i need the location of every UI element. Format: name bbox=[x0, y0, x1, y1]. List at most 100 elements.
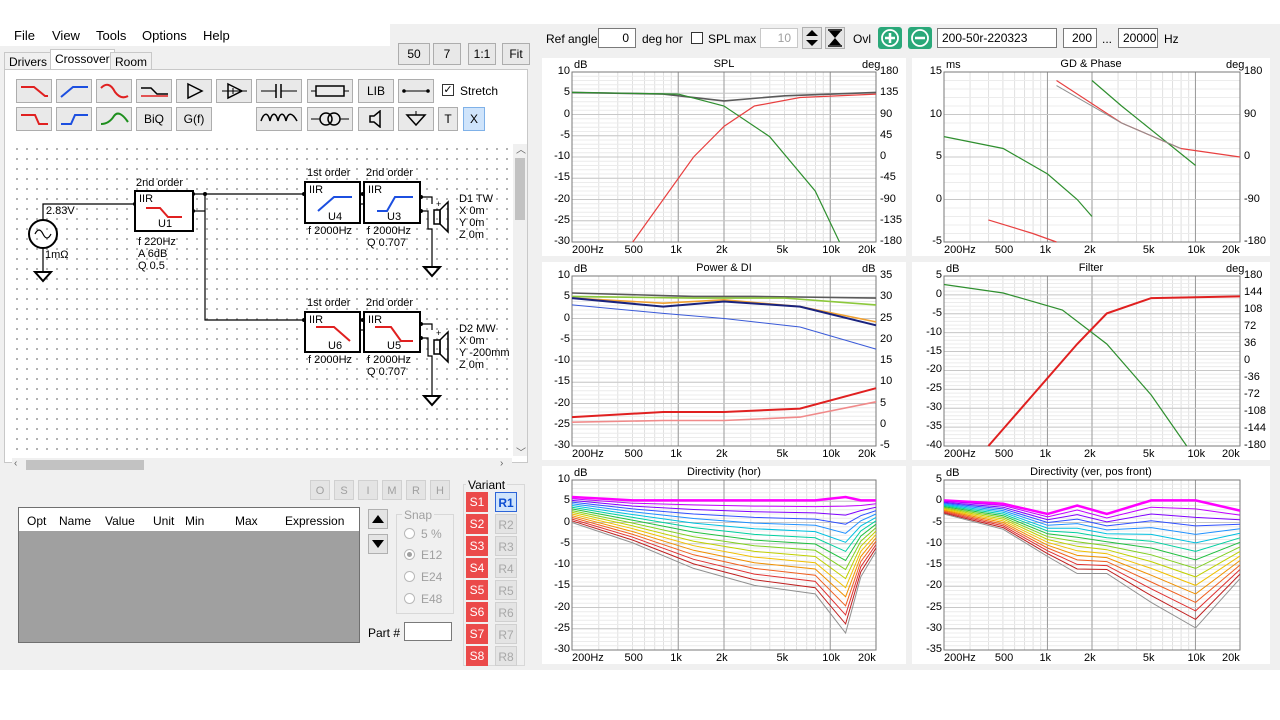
ref-angle-input[interactable]: 0 bbox=[598, 28, 636, 48]
lib-button[interactable]: LIB bbox=[358, 79, 394, 103]
wire-tool[interactable] bbox=[398, 79, 434, 103]
spl-range-icon[interactable] bbox=[825, 27, 845, 49]
vertical-scrollbar[interactable] bbox=[513, 144, 527, 456]
menu-tools[interactable]: Tools bbox=[96, 28, 126, 43]
u4-block[interactable]: IIR U4 bbox=[304, 181, 361, 224]
scroll-right-icon[interactable]: › bbox=[500, 458, 503, 469]
variant-r2-button[interactable]: R2 bbox=[495, 514, 517, 534]
opt-m-button[interactable]: M bbox=[382, 480, 402, 500]
variant-s1-button[interactable]: S1 bbox=[466, 492, 488, 512]
highpass-1st-tool[interactable] bbox=[56, 79, 92, 103]
opt-i-button[interactable]: I bbox=[358, 480, 378, 500]
variant-s4-button[interactable]: S4 bbox=[466, 558, 488, 578]
y-tick-label: -25 bbox=[926, 600, 942, 613]
u6-block[interactable]: IIR U6 bbox=[304, 311, 361, 353]
capacitor-icon[interactable] bbox=[256, 79, 302, 103]
plot-gd-phase[interactable]: GD & Phase ms deg 15 10 5 0 -5 180 90 0 -90 -180 200H… bbox=[912, 58, 1270, 256]
u3-block[interactable]: IIR U3 bbox=[363, 181, 421, 224]
menu-help[interactable]: Help bbox=[203, 28, 230, 43]
remove-overlay-button[interactable] bbox=[908, 27, 932, 49]
horizontal-scrollbar[interactable] bbox=[12, 458, 512, 472]
variant-s7-button[interactable]: S7 bbox=[466, 624, 488, 644]
variant-s5-button[interactable]: S5 bbox=[466, 580, 488, 600]
gf-button[interactable]: G(f) bbox=[176, 107, 212, 131]
menu-file[interactable]: File bbox=[14, 28, 35, 43]
variant-r4-button[interactable]: R4 bbox=[495, 558, 517, 578]
zoom-50-button[interactable]: 50 bbox=[398, 43, 430, 65]
opt-r-button[interactable]: R bbox=[406, 480, 426, 500]
col-unit[interactable]: Unit bbox=[153, 514, 174, 528]
x-tool-button[interactable]: X bbox=[463, 107, 485, 131]
spl-spinner-icon[interactable] bbox=[802, 27, 822, 49]
move-down-button[interactable] bbox=[368, 534, 388, 554]
freq-min-input[interactable]: 200 bbox=[1063, 28, 1097, 48]
variant-r7-button[interactable]: R7 bbox=[495, 624, 517, 644]
col-opt[interactable]: Opt bbox=[27, 514, 46, 528]
variant-r5-button[interactable]: R5 bbox=[495, 580, 517, 600]
project-name-input[interactable]: 200-50r-220323 bbox=[937, 28, 1057, 48]
variant-r3-button[interactable]: R3 bbox=[495, 536, 517, 556]
col-expression[interactable]: Expression bbox=[285, 514, 344, 528]
resistor-icon[interactable] bbox=[307, 79, 353, 103]
zoom-7-button[interactable]: 7 bbox=[433, 43, 461, 65]
stretch-checkbox[interactable]: ✓ bbox=[442, 84, 454, 96]
u1-block[interactable]: IIR U1 bbox=[134, 190, 194, 232]
col-value[interactable]: Value bbox=[105, 514, 135, 528]
plot-power-di[interactable]: Power & DI dB dB 10 5 0 -5 -10 -15 -20 -25 -30 35 30 2… bbox=[542, 262, 906, 460]
opt-s-button[interactable]: S bbox=[334, 480, 354, 500]
biq-button[interactable]: BiQ bbox=[136, 107, 172, 131]
ground-icon[interactable] bbox=[398, 107, 434, 131]
variant-r1-button[interactable]: R1 bbox=[495, 492, 517, 512]
snap-5pct-radio[interactable] bbox=[404, 528, 415, 539]
vertical-scroll-thumb[interactable] bbox=[515, 158, 525, 220]
variant-s6-button[interactable]: S6 bbox=[466, 602, 488, 622]
opt-o-button[interactable]: O bbox=[310, 480, 330, 500]
variant-s3-button[interactable]: S3 bbox=[466, 536, 488, 556]
snap-e24-radio[interactable] bbox=[404, 571, 415, 582]
summer-icon[interactable] bbox=[216, 79, 252, 103]
lowpass-2nd-tool[interactable] bbox=[16, 107, 52, 131]
add-overlay-button[interactable] bbox=[878, 27, 902, 49]
zoom-fit-button[interactable]: Fit bbox=[502, 43, 530, 65]
plot-filter[interactable]: Filter dB deg 5 0 -5 -10 -15 -20 -25 -30 -35 -40 180 1… bbox=[912, 262, 1270, 460]
optimizer-table[interactable]: Opt Name Value Unit Min Max Expression bbox=[18, 507, 360, 643]
spl-max-checkbox[interactable] bbox=[691, 32, 703, 44]
freq-max-input[interactable]: 20000 bbox=[1118, 28, 1158, 48]
plot-directivity-hor-[interactable]: Directivity (hor) dB 10 5 0 -5 -10 -15 -20 -25 -30… bbox=[542, 466, 906, 664]
move-up-button[interactable] bbox=[368, 509, 388, 529]
snap-e12-radio[interactable] bbox=[404, 549, 415, 560]
col-min[interactable]: Min bbox=[185, 514, 204, 528]
scroll-down-icon[interactable]: ﹀ bbox=[516, 444, 526, 459]
allpass-tool[interactable] bbox=[96, 107, 132, 131]
schematic-canvas[interactable]: + + 2.83V 1mΩ 2nd order IIR U1 f 220Hz A… bbox=[12, 144, 513, 454]
variant-s8-button[interactable]: S8 bbox=[466, 646, 488, 666]
spl-max-input[interactable]: 10 bbox=[760, 28, 798, 48]
variant-s2-button[interactable]: S2 bbox=[466, 514, 488, 534]
u5-block[interactable]: IIR U5 bbox=[363, 311, 421, 353]
shelf-tool[interactable] bbox=[136, 79, 172, 103]
speaker-icon[interactable] bbox=[358, 107, 394, 131]
scroll-up-icon[interactable]: ︿ bbox=[516, 141, 526, 156]
menu-options[interactable]: Options bbox=[142, 28, 187, 43]
amplifier-icon[interactable] bbox=[176, 79, 212, 103]
plot-directivity-ver-pos-front-[interactable]: Directivity (ver, pos front) dB 5 0 -5 -10 -15… bbox=[912, 466, 1270, 664]
highpass-2nd-tool[interactable] bbox=[56, 107, 92, 131]
col-name[interactable]: Name bbox=[59, 514, 91, 528]
horizontal-scroll-thumb[interactable] bbox=[26, 460, 144, 470]
inductor-icon[interactable] bbox=[256, 107, 302, 131]
transformer-icon[interactable] bbox=[307, 107, 353, 131]
lowpass-1st-tool[interactable] bbox=[16, 79, 52, 103]
text-tool-button[interactable]: T bbox=[438, 107, 458, 131]
bandpass-tool[interactable] bbox=[96, 79, 132, 103]
col-max[interactable]: Max bbox=[235, 514, 258, 528]
part-number-input[interactable] bbox=[404, 622, 452, 641]
opt-h-button[interactable]: H bbox=[430, 480, 450, 500]
zoom-1-1-button[interactable]: 1:1 bbox=[468, 43, 496, 65]
variant-r6-button[interactable]: R6 bbox=[495, 602, 517, 622]
curve-0-2 bbox=[632, 93, 877, 243]
menu-view[interactable]: View bbox=[52, 28, 80, 43]
snap-e48-radio[interactable] bbox=[404, 593, 415, 604]
variant-r8-button[interactable]: R8 bbox=[495, 646, 517, 666]
plot-spl[interactable]: SPL dB deg 10 5 0 -5 -10 -15 -20 -25 -30 180 135 90 45 0… bbox=[542, 58, 906, 256]
scroll-left-icon[interactable]: ‹ bbox=[14, 458, 17, 469]
